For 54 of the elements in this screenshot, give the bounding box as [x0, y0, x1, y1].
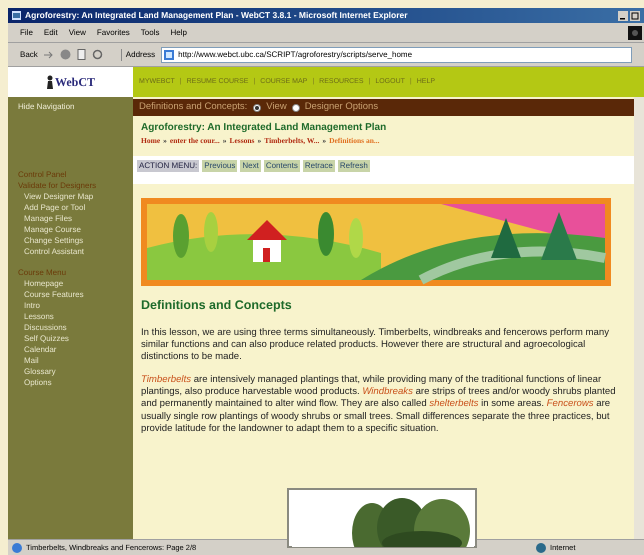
paragraph: In this lesson, we are using three terms simultaneously. Timberbelts, windbreaks and fencerows perform many similar functions and can also produce related products. However there are structural and agroecological distinctions to be made.: [141, 326, 610, 364]
sidebar-link[interactable]: Manage Files: [18, 213, 133, 224]
sidebar-link[interactable]: Control Assistant: [18, 246, 133, 257]
page-title: Definitions and Concepts:: [139, 100, 248, 114]
section-heading: Definitions and Concepts: [141, 297, 293, 314]
radio-label[interactable]: View: [266, 100, 287, 115]
document-icon[interactable]: [76, 49, 86, 60]
sidebar-link[interactable]: Self Quizzes: [18, 333, 133, 344]
window-title: Agroforestry: An Integrated Land Management Plan - WebCT 3.8.1 - Microsoft Internet Explorer: [25, 9, 409, 22]
radio-button[interactable]: [253, 104, 262, 112]
sidebar-link[interactable]: Manage Course: [18, 224, 133, 235]
address-field[interactable]: http://www.webct.ubc.ca/SCRIPT/agroforestry/scripts/serve_home: [161, 46, 632, 62]
action-button[interactable]: Contents: [264, 160, 300, 172]
address-label: Address: [120, 48, 156, 60]
window-controls-icon[interactable]: [618, 10, 640, 20]
menu-subheading: Validate for Designers: [18, 180, 98, 191]
globe-icon: [536, 542, 546, 552]
action-button[interactable]: Next: [240, 160, 261, 172]
sidebar-link[interactable]: View Designer Map: [18, 191, 133, 202]
sidebar-link[interactable]: Change Settings: [18, 235, 133, 246]
logo-text: WebCT: [54, 74, 95, 91]
paragraph: Timberbelts are intensively managed plantings that, while providing many of the traditional functions of linear plantings, also produce harvestable wood products. Windbreaks are strips of trees and/or woody shrubs planted and permanently maintained to alter wind flow. They are also called shelterbelts in some areas. Fencerows are usually single row plantings of woody shrubs or small trees. Small differences separate the three practices, but provide latitude for the landowner to adapt them to a specific situation.: [141, 374, 617, 436]
sidebar-link[interactable]: Glossary: [18, 366, 133, 377]
hide-navigation-link[interactable]: Hide Navigation: [18, 101, 133, 113]
sidebar-link[interactable]: Mail: [18, 355, 133, 366]
menu-item[interactable]: Favorites: [96, 26, 130, 38]
sidebar-link[interactable]: Add Page or Tool: [18, 202, 133, 213]
figure-icon: [46, 75, 54, 89]
course-title: Agroforestry: An Integrated Land Management Plan: [141, 121, 388, 135]
sidebar-link[interactable]: Discussions: [18, 322, 133, 333]
menu-item[interactable]: Help: [170, 26, 187, 38]
back-button[interactable]: Back: [20, 48, 38, 60]
menu-item[interactable]: File: [20, 26, 33, 38]
menu-item[interactable]: Edit: [44, 26, 58, 38]
radio-button[interactable]: [292, 104, 300, 112]
sidebar-link[interactable]: Lessons: [18, 311, 133, 322]
menu-heading: Control Panel: [18, 169, 68, 180]
throbber-icon: [628, 26, 642, 40]
menu-heading: Course Menu: [18, 267, 68, 278]
action-button[interactable]: Previous: [202, 160, 238, 172]
action-button[interactable]: Refresh: [338, 160, 370, 172]
browser-icon: [12, 11, 21, 20]
action-button[interactable]: Retrace: [302, 160, 335, 172]
sidebar-link[interactable]: Calendar: [18, 344, 133, 355]
menu-item[interactable]: View: [68, 26, 86, 38]
sidebar-link[interactable]: Course Features: [18, 289, 133, 300]
action-menu-label: ACTION MENU:: [137, 160, 200, 172]
radio-label[interactable]: Designer Options: [304, 100, 378, 115]
sidebar-link[interactable]: Homepage: [18, 278, 133, 289]
sidebar-link[interactable]: Options: [18, 377, 133, 388]
menu-item[interactable]: Tools: [140, 26, 160, 38]
forward-icon[interactable]: [44, 50, 54, 58]
sidebar-link[interactable]: Intro: [18, 300, 133, 311]
scrollbar[interactable]: [634, 97, 644, 539]
